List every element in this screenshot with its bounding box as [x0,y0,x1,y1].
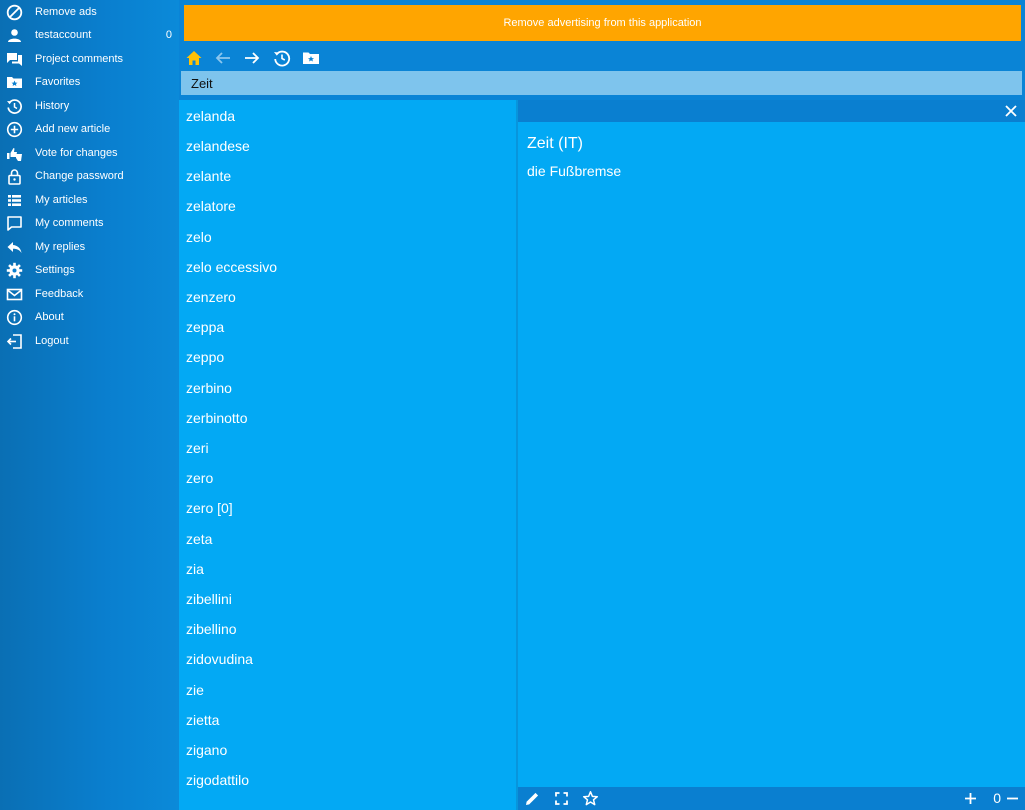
list-item[interactable]: zero [186,470,213,486]
logout-icon [6,333,23,350]
list-item[interactable]: zelo [186,229,212,245]
search-input[interactable] [181,71,1022,95]
sidebar-item-label: Favorites [35,76,81,88]
list-item[interactable]: zeta [186,531,212,547]
sidebar-item-change-password[interactable]: Change password [0,165,179,188]
sidebar-item-my-articles[interactable]: My articles [0,189,179,212]
bottom-toolbar: 0 [518,787,1025,810]
zoom-in-icon[interactable] [962,790,979,807]
sidebar-item-vote[interactable]: Vote for changes [0,142,179,165]
list-item[interactable]: zeri [186,440,209,456]
list-item[interactable]: zerbinotto [186,410,247,426]
list-item[interactable]: zibellino [186,621,237,637]
list-item[interactable]: zelo eccessivo [186,259,277,275]
comments-icon [6,51,23,68]
list-item[interactable]: zero [0] [186,500,233,516]
list-item[interactable]: zelante [186,168,231,184]
nav-toolbar [179,43,1025,71]
sidebar-item-label: About [35,311,64,323]
entry-title: Zeit (IT) [527,135,583,152]
remove-ads-banner[interactable]: Remove advertising from this application [184,5,1021,41]
gear-icon [6,262,23,279]
sidebar-item-feedback[interactable]: Feedback [0,283,179,306]
list-item[interactable]: zigano [186,742,227,758]
reply-icon [6,239,23,256]
sidebar-item-logout[interactable]: Logout [0,330,179,353]
forward-arrow-icon[interactable] [243,49,261,67]
list-item[interactable]: zeppa [186,319,224,335]
sidebar-item-label: Feedback [35,288,84,300]
sidebar-item-add-article[interactable]: Add new article [0,118,179,141]
list-item[interactable]: zelatore [186,198,236,214]
entry-detail: Zeit (IT) die Fußbremse [518,122,1025,787]
account-count: 0 [165,29,172,41]
history-icon[interactable] [273,49,291,67]
back-arrow-icon[interactable] [214,49,232,67]
block-icon [6,4,23,21]
favorite-folder-icon[interactable] [302,49,320,67]
sidebar-item-label: Vote for changes [35,147,118,159]
close-icon[interactable] [1004,104,1018,118]
sidebar-item-label: testaccount [35,29,92,41]
sidebar: Remove ads testaccount 0 Project comment… [0,0,179,810]
list-item[interactable]: zerbino [186,380,232,396]
list-item[interactable]: zia [186,561,204,577]
sidebar-item-project-comments[interactable]: Project comments [0,48,179,71]
list-item[interactable]: zidovudina [186,651,253,667]
sidebar-item-label: Remove ads [35,6,97,18]
home-icon[interactable] [185,49,203,67]
sidebar-item-history[interactable]: History [0,95,179,118]
list-item[interactable]: zeppo [186,349,224,365]
sidebar-item-account[interactable]: testaccount 0 [0,24,179,47]
sidebar-item-label: Logout [35,335,69,347]
list-item[interactable]: zibellini [186,591,232,607]
info-icon [6,309,23,326]
sidebar-item-label: Project comments [35,53,124,65]
list-item[interactable]: zelanda [186,108,235,124]
list-item[interactable]: zenzero [186,289,236,305]
sidebar-item-label: My comments [35,217,104,229]
zoom-out-icon[interactable] [1004,790,1021,807]
sidebar-item-settings[interactable]: Settings [0,259,179,282]
add-circle-icon [6,121,23,138]
sidebar-item-label: History [35,100,70,112]
lock-icon [6,168,23,185]
sidebar-item-my-replies[interactable]: My replies [0,236,179,259]
edit-icon[interactable] [524,790,541,807]
sidebar-item-favorites[interactable]: Favorites [0,71,179,94]
sidebar-item-remove-ads[interactable]: Remove ads [0,1,179,24]
mail-icon [6,286,23,303]
sidebar-item-label: Settings [35,264,75,276]
history-icon [6,98,23,115]
sidebar-item-label: Add new article [35,123,111,135]
list-icon [6,192,23,209]
sidebar-item-about[interactable]: About [0,306,179,329]
user-icon [6,27,23,44]
vote-icon [6,145,23,162]
star-icon[interactable] [582,790,599,807]
banner-text: Remove advertising from this application [503,17,702,29]
detail-header [518,100,1025,122]
entry-translation: die Fußbremse [527,163,622,179]
list-item[interactable]: zigodattilo [186,772,249,788]
word-list: zelanda zelandese zelante zelatore zelo … [179,100,516,810]
zoom-value: 0 [993,790,1001,806]
comment-icon [6,215,23,232]
sidebar-item-label: Change password [35,170,124,182]
list-item[interactable]: zietta [186,712,219,728]
sidebar-item-label: My replies [35,241,86,253]
list-item[interactable]: zie [186,682,204,698]
sidebar-item-label: My articles [35,194,88,206]
fullscreen-icon[interactable] [553,790,570,807]
list-item[interactable]: zelandese [186,138,250,154]
favorite-folder-icon [6,74,23,91]
sidebar-item-my-comments[interactable]: My comments [0,212,179,235]
